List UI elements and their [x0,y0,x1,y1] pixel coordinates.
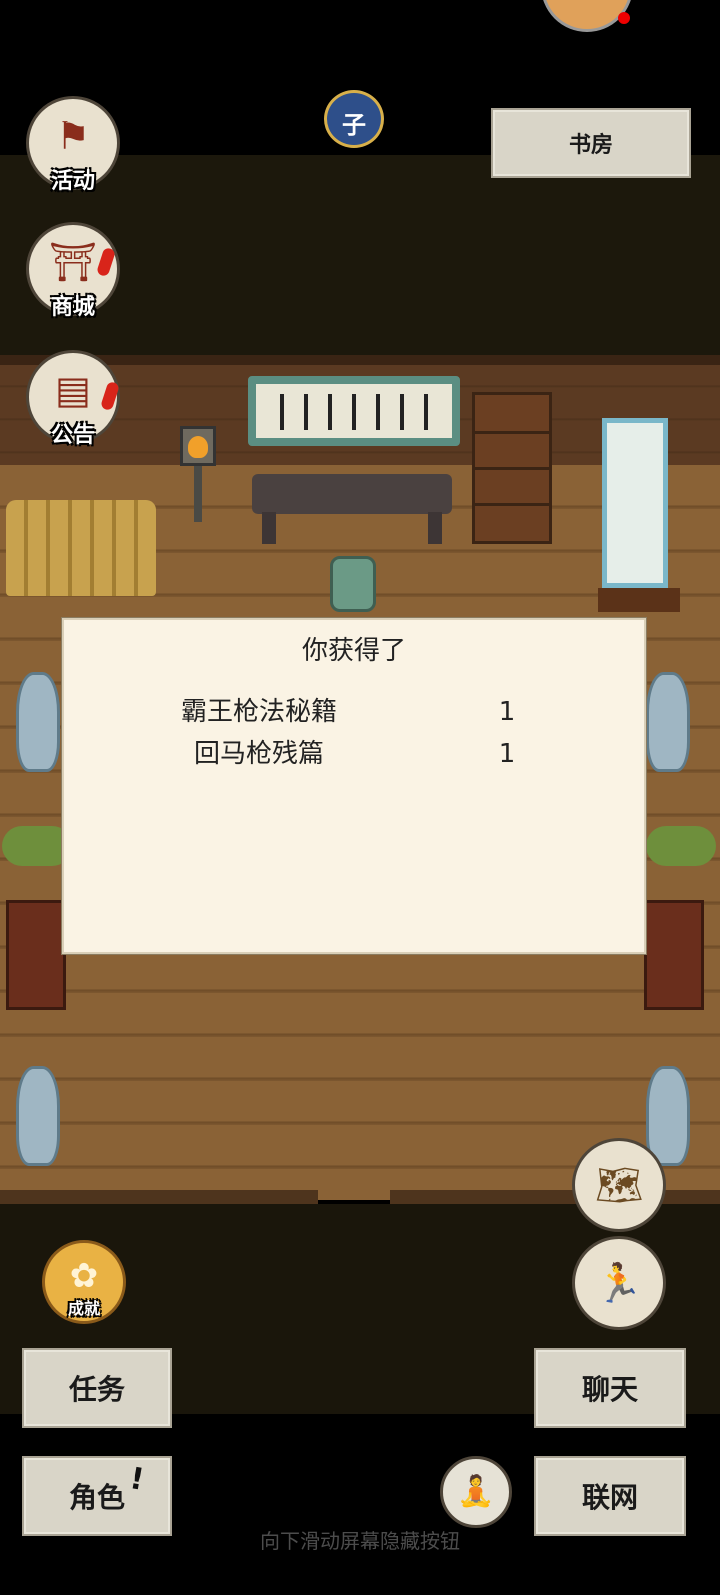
activity-label: 活动 [50,169,95,194]
wall-rail [0,355,720,365]
reward-item-name: 回马枪残篇 [193,739,324,769]
achievement-label: 成就 [67,1299,100,1318]
map-button[interactable]: 🗺 [572,1138,666,1232]
running-figure-icon: 🏃 [595,1261,643,1305]
role-label: 角色 [68,1481,125,1514]
floor-edge-left [0,1190,318,1204]
map-scroll-icon: 🗺 [594,1163,644,1207]
chat-button[interactable]: 聊天 [534,1348,686,1428]
notice-label: 公告 [50,423,95,448]
shop-label: 商城 [50,295,95,320]
network-button[interactable]: 联网 [534,1456,686,1536]
plant-table [644,900,704,1010]
activity-button[interactable]: ⚑ 活动 [26,96,120,194]
calligraphy-scroll [248,376,460,446]
painting-stand-base [598,588,680,612]
bonsai [646,826,716,866]
stool [330,556,376,612]
scroll-flag-icon: ⚑ [55,113,91,158]
vase [646,672,690,772]
notification-dot [618,12,630,24]
time-label: 子 [342,111,366,139]
role-button[interactable]: 角色 ! [22,1456,172,1536]
scroll-pile [6,500,156,596]
lantern-flame [188,436,208,458]
meditation-icon: 🧘 [457,1474,495,1509]
lantern-pole [194,466,202,522]
swipe-hint: 向下滑动屏幕隐藏按钮 [260,1529,460,1553]
task-button[interactable]: 任务 [22,1348,172,1428]
time-moon-icon: 子 [324,90,384,148]
achievement-button[interactable]: ✿ 成就 [42,1240,126,1324]
vase [646,1066,690,1166]
vase [16,672,60,772]
meditate-button[interactable]: 🧘 [440,1456,512,1528]
run-button[interactable]: 🏃 [572,1236,666,1330]
reward-dialog[interactable]: 你获得了 霸王枪法秘籍 1 回马枪残篇 1 [62,618,646,954]
plant-table [6,900,66,1010]
vase [16,1066,60,1166]
reward-item-count: 1 [498,697,516,727]
location-button[interactable]: 书房 [491,108,691,178]
bookshelf [472,392,552,544]
reward-item-count: 1 [498,739,516,769]
reward-dialog-title: 你获得了 [301,636,406,666]
floor-edge-right [390,1190,720,1204]
writing-desk [252,474,452,514]
painting-stand [602,418,668,588]
reward-item-name: 霸王枪法秘籍 [180,697,337,727]
reward-row: 霸王枪法秘籍 1 [84,692,628,732]
shop-stall-icon: ⛩ [48,239,98,284]
reward-row: 回马枪残篇 1 [84,734,628,774]
role-alert-mark: ! [127,1461,147,1498]
notice-board-icon: ▤ [55,367,91,412]
medal-icon: ✿ [69,1255,99,1296]
writing-desk-legs [262,512,442,544]
